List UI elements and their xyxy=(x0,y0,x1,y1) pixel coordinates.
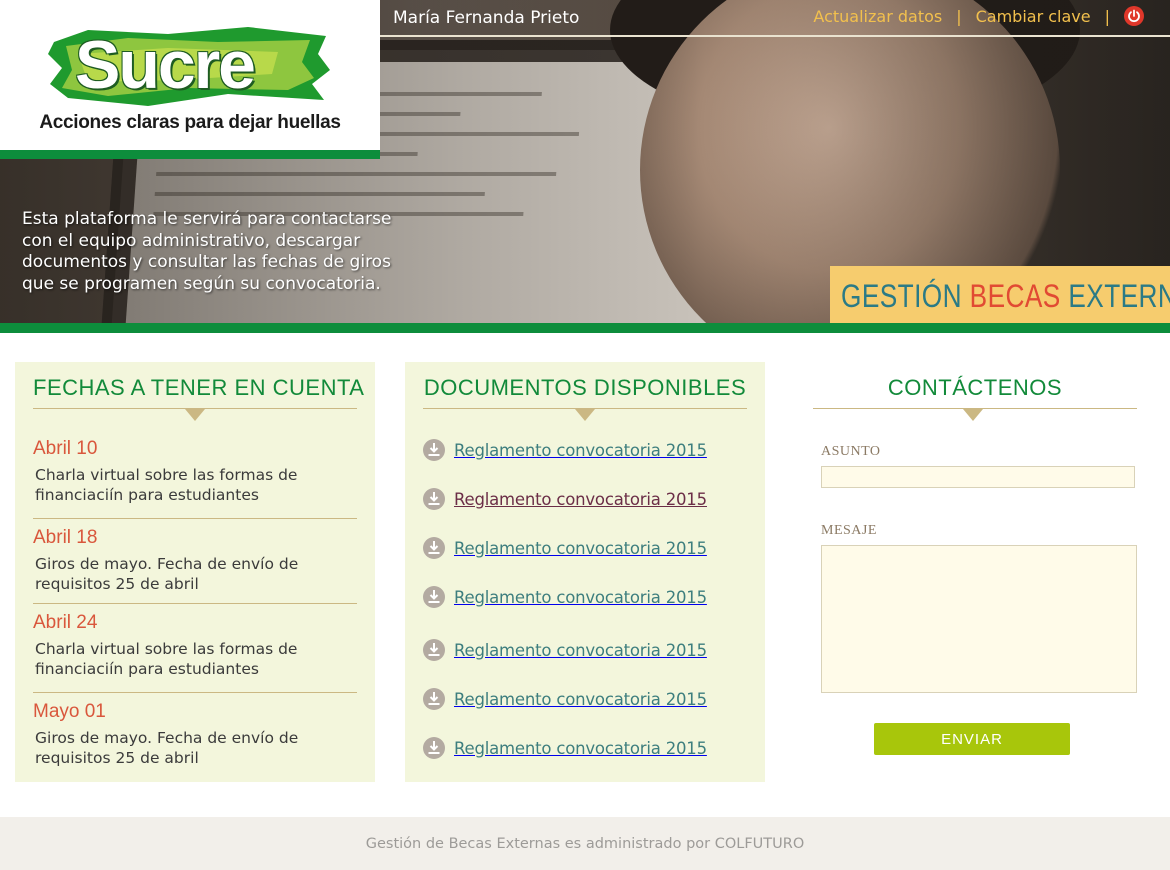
hero-bottom-stripe xyxy=(0,323,1170,333)
dates-panel-title: FECHAS A TENER EN CUENTA xyxy=(33,375,365,400)
contact-panel: CONTÁCTENOS Asunto Mesaje ENVIAR xyxy=(813,362,1137,782)
date-item: Abril 24 Charla virtual sobre las formas… xyxy=(33,612,357,679)
date-item: Abril 18 Giros de mayo. Fecha de envío d… xyxy=(33,527,357,594)
date-item-description: Charla virtual sobre las formas de finan… xyxy=(35,640,298,678)
date-item-date: Abril 18 xyxy=(33,527,98,548)
date-item-description: Giros de mayo. Fecha de envío de requisi… xyxy=(35,555,299,593)
user-name: María Fernanda Prieto xyxy=(393,8,580,28)
document-link-label: Reglamento convocatoria 2015 xyxy=(454,440,707,460)
caret-down-icon xyxy=(185,409,205,421)
top-bar: María Fernanda Prieto Actualizar datos |… xyxy=(380,0,1170,35)
message-label: Mesaje xyxy=(821,523,877,538)
dates-panel: FECHAS A TENER EN CUENTA Abril 10 Charla… xyxy=(15,362,375,782)
download-icon xyxy=(423,488,445,510)
brand-word-gestion: GESTIÓN xyxy=(841,278,962,314)
documents-panel-title: DOCUMENTOS DISPONIBLES xyxy=(423,375,747,400)
document-link[interactable]: Reglamento convocatoria 2015 xyxy=(423,586,707,608)
download-icon xyxy=(423,688,445,710)
top-bar-divider xyxy=(380,35,1170,37)
brand-banner: GESTIÓN BECAS EXTERNAS xyxy=(830,266,1170,323)
caret-down-icon xyxy=(963,409,983,421)
download-icon xyxy=(423,439,445,461)
document-link-label: Reglamento convocatoria 2015 xyxy=(454,640,707,660)
date-item-date: Abril 10 xyxy=(33,438,98,459)
document-link[interactable]: Reglamento convocatoria 2015 xyxy=(423,639,707,661)
document-link[interactable]: Reglamento convocatoria 2015 xyxy=(423,688,707,710)
top-nav: Actualizar datos | Cambiar clave | xyxy=(813,6,1144,26)
document-link[interactable]: Reglamento convocatoria 2015 xyxy=(423,488,707,510)
date-item-date: Mayo 01 xyxy=(33,701,106,722)
date-item-description: Giros de mayo. Fecha de envío de requisi… xyxy=(35,729,299,767)
message-textarea[interactable] xyxy=(821,545,1137,693)
date-item-date: Abril 24 xyxy=(33,612,98,633)
footer-text: Gestión de Becas Externas es administrad… xyxy=(365,836,805,852)
brand-word-externas: EXTERNAS xyxy=(1068,278,1170,314)
download-icon xyxy=(423,586,445,608)
nav-separator: | xyxy=(956,6,962,26)
date-divider xyxy=(33,692,357,693)
document-link[interactable]: Reglamento convocatoria 2015 xyxy=(423,537,707,559)
intro-text: Esta plataforma le servirá para contacta… xyxy=(22,209,392,294)
date-item: Mayo 01 Giros de mayo. Fecha de envío de… xyxy=(33,701,357,768)
document-link-label: Reglamento convocatoria 2015 xyxy=(454,689,707,709)
subject-label: Asunto xyxy=(821,444,881,459)
logo-tagline: Acciones claras para dejar huellas xyxy=(39,112,341,133)
date-item-description: Charla virtual sobre las formas de finan… xyxy=(35,466,298,504)
footer: Gestión de Becas Externas es administrad… xyxy=(0,817,1170,870)
brand-word-becas: BECAS xyxy=(969,278,1061,314)
download-icon xyxy=(423,737,445,759)
send-button[interactable]: ENVIAR xyxy=(874,723,1070,755)
document-link-label: Reglamento convocatoria 2015 xyxy=(454,738,707,758)
subject-input[interactable] xyxy=(821,466,1135,488)
update-data-link[interactable]: Actualizar datos xyxy=(813,7,942,26)
logout-power-icon[interactable] xyxy=(1124,6,1144,26)
change-password-link[interactable]: Cambiar clave xyxy=(976,7,1091,26)
brand-title: GESTIÓN BECAS EXTERNAS xyxy=(841,278,1170,315)
logo-area[interactable]: Sucre Acciones claras para dejar huellas xyxy=(0,0,380,150)
logo-wordmark: Sucre xyxy=(75,27,256,103)
download-icon xyxy=(423,639,445,661)
document-link-label: Reglamento convocatoria 2015 xyxy=(454,489,707,509)
nav-separator: | xyxy=(1104,6,1110,26)
document-link[interactable]: Reglamento convocatoria 2015 xyxy=(423,439,707,461)
documents-panel: DOCUMENTOS DISPONIBLES Reglamento convoc… xyxy=(405,362,765,782)
document-link[interactable]: Reglamento convocatoria 2015 xyxy=(423,737,707,759)
document-link-label: Reglamento convocatoria 2015 xyxy=(454,587,707,607)
date-item: Abril 10 Charla virtual sobre las formas… xyxy=(33,438,357,505)
document-link-label: Reglamento convocatoria 2015 xyxy=(454,538,707,558)
date-divider xyxy=(33,518,357,519)
logo-underline-bar xyxy=(0,150,380,159)
download-icon xyxy=(423,537,445,559)
contact-panel-title: CONTÁCTENOS xyxy=(887,375,1063,400)
date-divider xyxy=(33,603,357,604)
caret-down-icon xyxy=(575,409,595,421)
